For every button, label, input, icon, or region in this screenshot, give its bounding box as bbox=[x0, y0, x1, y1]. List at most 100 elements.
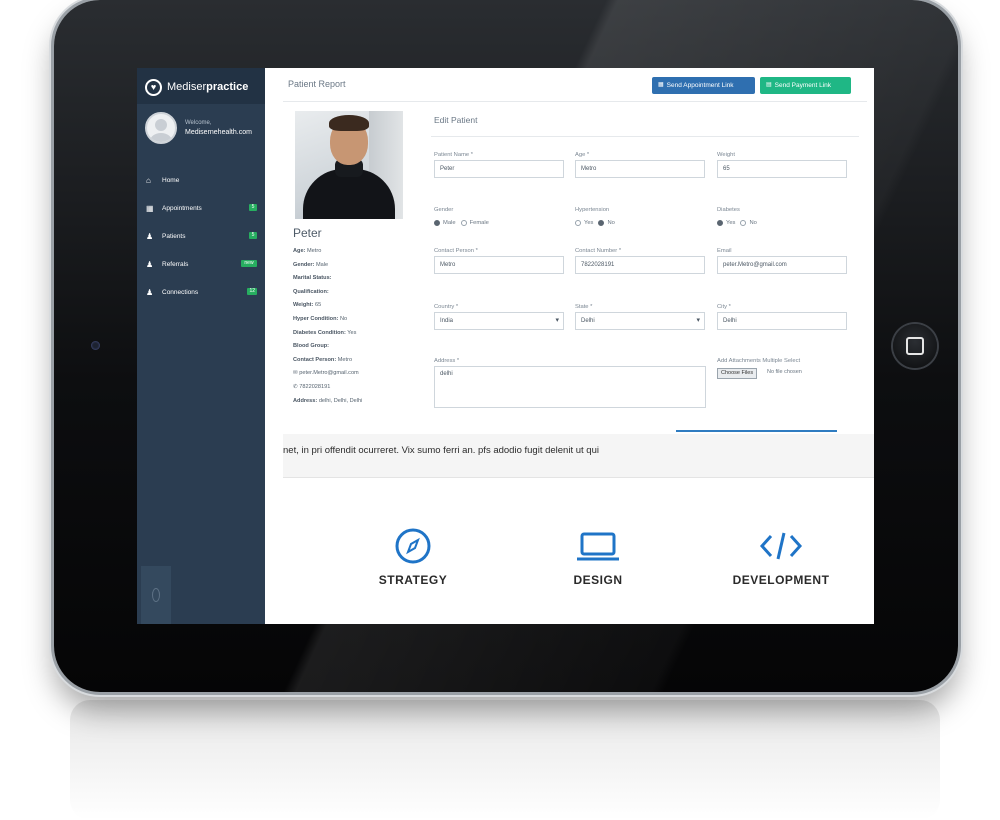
strip-text: net, in pri offendit ocurreret. Vix sumo… bbox=[283, 445, 599, 456]
page-title: Patient Report bbox=[288, 79, 346, 89]
send-payment-link-button[interactable]: ▤ Send Payment Link bbox=[760, 77, 851, 94]
detail-email: ✉ peter.Metro@gmail.com bbox=[293, 370, 359, 377]
calendar-icon: ▦ bbox=[658, 82, 664, 88]
contact-person-label: Contact Person * bbox=[434, 248, 478, 254]
weight-input[interactable]: 65 bbox=[717, 160, 847, 178]
card-icon: ▤ bbox=[766, 82, 772, 88]
home-button-icon bbox=[906, 337, 924, 355]
sidebar-toggle[interactable] bbox=[141, 566, 171, 624]
age-label: Age * bbox=[575, 152, 590, 158]
photo-hair bbox=[329, 115, 369, 131]
weight-label: Weight bbox=[717, 152, 735, 158]
profile-photo bbox=[295, 111, 403, 219]
sidebar: ♥ Mediserpractice Welcome, Mediserneheal… bbox=[137, 68, 265, 624]
diabetes-radio-group: Yes No bbox=[717, 220, 757, 226]
country-select[interactable]: India bbox=[434, 312, 564, 330]
gender-male-radio[interactable] bbox=[434, 220, 440, 226]
sidebar-item-label: Referrals bbox=[162, 260, 189, 268]
detail-age: Age: Metro bbox=[293, 248, 322, 254]
avatar[interactable] bbox=[145, 112, 177, 144]
calendar-icon: ▦ bbox=[146, 203, 154, 213]
feature-label: STRATEGY bbox=[378, 573, 448, 587]
detail-blood-group: Blood Group: bbox=[293, 343, 330, 350]
age-input[interactable]: Metro bbox=[575, 160, 705, 178]
state-label: State * bbox=[575, 304, 593, 310]
brand-logo-icon: ♥ bbox=[145, 78, 162, 96]
send-appointment-link-button[interactable]: ▦ Send Appointment Link bbox=[652, 77, 755, 94]
profile-name: Peter bbox=[293, 226, 322, 240]
sidebar-item-label: Home bbox=[162, 176, 180, 184]
tablet-reflection bbox=[70, 700, 940, 820]
detail-address: Address: delhi, Delhi, Delhi bbox=[293, 397, 363, 404]
sidebar-item-home[interactable]: ⌂ Home bbox=[137, 166, 265, 194]
user-icon: ♟ bbox=[146, 231, 154, 241]
nav-badge: 5 bbox=[249, 232, 257, 239]
gender-female-radio[interactable] bbox=[460, 220, 467, 226]
welcome-email: Medisernehealth.com bbox=[185, 129, 252, 136]
country-label: Country * bbox=[434, 304, 459, 310]
feature-design: DESIGN bbox=[538, 526, 658, 587]
feature-label: DEVELOPMENT bbox=[732, 573, 830, 587]
no-file-text: No file chosen bbox=[767, 369, 802, 375]
brand[interactable]: ♥ Mediserpractice bbox=[145, 77, 248, 97]
sidebar-item-label: Patients bbox=[162, 232, 186, 240]
detail-marital-status: Marital Status: bbox=[293, 275, 332, 282]
attachments-label: Add Attachments Multiple Select bbox=[717, 358, 801, 364]
brand-name: Mediserpractice bbox=[167, 81, 249, 93]
connections-icon: ♟ bbox=[146, 287, 154, 297]
feature-development: DEVELOPMENT bbox=[721, 526, 841, 587]
contact-number-input[interactable]: 7822028191 bbox=[575, 256, 705, 274]
sidebar-item-connections[interactable]: ♟ Connections 12 bbox=[137, 278, 265, 306]
diabetes-label: Diabetes bbox=[717, 207, 740, 213]
hypertension-radio-group: Yes No bbox=[575, 220, 615, 226]
sidebar-item-appointments[interactable]: ▦ Appointments 5 bbox=[137, 194, 265, 222]
sidebar-nav: ⌂ Home ▦ Appointments 5 ♟ Patients 5 ♟ R… bbox=[137, 166, 265, 306]
detail-qualification: Qualification: bbox=[293, 288, 329, 295]
choose-files-button[interactable]: Choose Files bbox=[717, 368, 758, 379]
accent-bar bbox=[676, 430, 837, 432]
address-textarea[interactable]: delhi bbox=[434, 366, 706, 408]
detail-hyper-condition: Hyper Condition: No bbox=[293, 315, 348, 322]
camera-icon bbox=[91, 341, 100, 350]
sidebar-item-label: Appointments bbox=[162, 204, 202, 212]
feature-label: DESIGN bbox=[573, 573, 623, 587]
form-title: Edit Patient bbox=[434, 115, 478, 125]
nav-badge: 5 bbox=[249, 204, 257, 211]
city-input[interactable]: Delhi bbox=[717, 312, 847, 330]
city-label: City * bbox=[717, 304, 731, 310]
user-icon: ♟ bbox=[146, 259, 154, 269]
hypertension-no-radio[interactable] bbox=[598, 220, 605, 226]
detail-diabetes-condition: Diabetes Condition: Yes bbox=[293, 329, 357, 336]
home-button[interactable] bbox=[893, 324, 937, 368]
diabetes-no-radio[interactable] bbox=[740, 220, 747, 226]
detail-weight: Weight: 65 bbox=[293, 302, 322, 309]
sidebar-item-patients[interactable]: ♟ Patients 5 bbox=[137, 222, 265, 250]
app-screen: ♥ Mediserpractice Welcome, Mediserneheal… bbox=[137, 68, 874, 624]
mail-icon: ✉ bbox=[293, 370, 298, 377]
welcome-label: Welcome, bbox=[185, 120, 212, 126]
compass-icon bbox=[395, 528, 431, 564]
detail-gender: Gender: Male bbox=[293, 261, 329, 268]
address-label: Address * bbox=[434, 358, 460, 364]
form-divider bbox=[431, 136, 859, 137]
email-input[interactable]: peter.Metro@gmail.com bbox=[717, 256, 847, 274]
laptop-icon bbox=[577, 532, 619, 561]
nav-badge: new bbox=[241, 260, 257, 267]
header-divider bbox=[283, 101, 867, 102]
text-strip: net, in pri offendit ocurreret. Vix sumo… bbox=[283, 434, 874, 478]
button-label: Send Payment Link bbox=[774, 82, 832, 89]
hypertension-yes-radio[interactable] bbox=[575, 220, 581, 226]
gender-label: Gender bbox=[434, 207, 454, 213]
email-label: Email bbox=[717, 248, 732, 254]
patient-name-input[interactable]: Peter bbox=[434, 160, 564, 178]
profile-details: Age: Metro Gender: Male Marital Status: … bbox=[293, 245, 413, 408]
toggle-icon bbox=[152, 588, 160, 602]
contact-number-label: Contact Number * bbox=[575, 248, 622, 254]
diabetes-yes-radio[interactable] bbox=[717, 220, 723, 226]
patient-name-label: Patient Name * bbox=[434, 152, 473, 158]
state-select[interactable]: Delhi bbox=[575, 312, 705, 330]
contact-person-input[interactable]: Metro bbox=[434, 256, 564, 274]
sidebar-item-referrals[interactable]: ♟ Referrals new bbox=[137, 250, 265, 278]
stage: ♥ Mediserpractice Welcome, Mediserneheal… bbox=[0, 0, 1000, 820]
detail-contact-person: Contact Person: Metro bbox=[293, 356, 353, 363]
